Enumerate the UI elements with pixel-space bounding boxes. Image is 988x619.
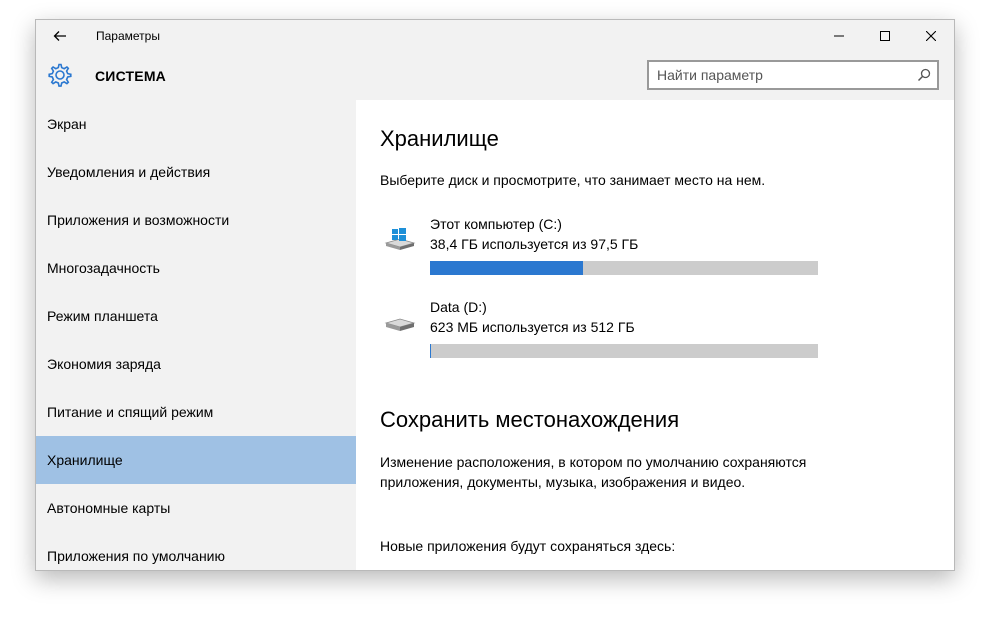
storage-heading: Хранилище bbox=[380, 126, 499, 151]
page-header: СИСТЕМА bbox=[36, 52, 954, 100]
gear-icon bbox=[48, 63, 72, 87]
sidebar-item-storage[interactable]: Хранилище bbox=[36, 436, 356, 484]
page-title: СИСТЕМА bbox=[95, 68, 166, 84]
sidebar-item-battery-saver[interactable]: Экономия заряда bbox=[36, 340, 356, 388]
save-locations-description: Изменение расположения, в котором по умо… bbox=[380, 454, 807, 490]
windows-drive-icon bbox=[384, 228, 416, 250]
drive-usage: 38,4 ГБ используется из 97,5 ГБ bbox=[430, 236, 639, 252]
drive-usage-fill bbox=[430, 261, 583, 275]
drive-d[interactable]: Data (D:) 623 МБ используется из 512 ГБ bbox=[380, 299, 830, 369]
close-icon bbox=[926, 31, 936, 41]
back-arrow-icon bbox=[53, 31, 66, 41]
search-input[interactable] bbox=[657, 65, 905, 85]
sidebar-item-apps-features[interactable]: Приложения и возможности bbox=[36, 196, 356, 244]
hard-drive-icon bbox=[384, 318, 416, 331]
minimize-icon bbox=[834, 35, 844, 37]
drive-c[interactable]: Этот компьютер (C:) 38,4 ГБ используется… bbox=[380, 216, 830, 286]
search-box[interactable] bbox=[647, 60, 939, 90]
maximize-icon bbox=[880, 31, 890, 41]
drive-name: Data (D:) bbox=[430, 299, 487, 315]
back-button[interactable] bbox=[46, 24, 74, 48]
search-icon[interactable] bbox=[917, 68, 931, 82]
maximize-button[interactable] bbox=[862, 20, 908, 52]
sidebar: Экран Уведомления и действия Приложения … bbox=[36, 100, 356, 570]
sidebar-item-display[interactable]: Экран bbox=[36, 100, 356, 148]
drive-usage: 623 МБ используется из 512 ГБ bbox=[430, 319, 635, 335]
close-button[interactable] bbox=[908, 20, 954, 52]
settings-window: Параметры СИСТЕМА Найти параметр Экран У… bbox=[35, 19, 955, 571]
new-apps-label: Новые приложения будут сохраняться здесь… bbox=[380, 538, 676, 554]
sidebar-item-power-sleep[interactable]: Питание и спящий режим bbox=[36, 388, 356, 436]
sidebar-item-default-apps[interactable]: Приложения по умолчанию bbox=[36, 532, 356, 570]
sidebar-item-offline-maps[interactable]: Автономные карты bbox=[36, 484, 356, 532]
drive-name: Этот компьютер (C:) bbox=[430, 216, 562, 232]
drive-usage-bar bbox=[430, 344, 818, 358]
save-locations-heading: Сохранить местонахождения bbox=[380, 407, 680, 432]
main-content: Хранилище Выберите диск и просмотрите, ч… bbox=[356, 100, 954, 570]
title-bar: Параметры bbox=[36, 20, 954, 52]
drive-usage-bar bbox=[430, 261, 818, 275]
storage-description: Выберите диск и просмотрите, что занимае… bbox=[380, 172, 766, 188]
app-title: Параметры bbox=[96, 29, 160, 43]
sidebar-item-multitasking[interactable]: Многозадачность bbox=[36, 244, 356, 292]
sidebar-item-notifications[interactable]: Уведомления и действия bbox=[36, 148, 356, 196]
minimize-button[interactable] bbox=[816, 20, 862, 52]
sidebar-item-tablet-mode[interactable]: Режим планшета bbox=[36, 292, 356, 340]
